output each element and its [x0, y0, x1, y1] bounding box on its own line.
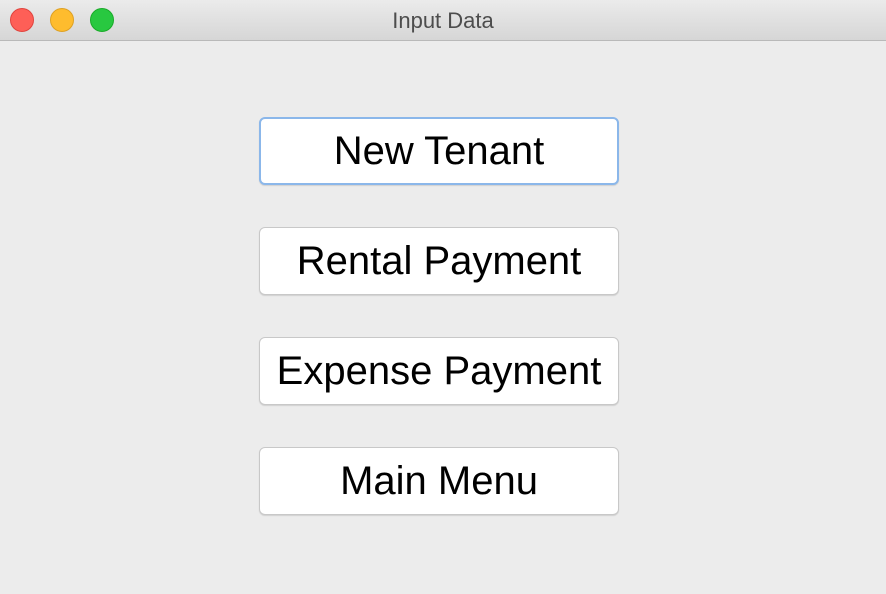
- main-menu-button[interactable]: Main Menu: [259, 447, 619, 515]
- new-tenant-button[interactable]: New Tenant: [259, 117, 619, 185]
- expense-payment-button[interactable]: Expense Payment: [259, 337, 619, 405]
- app-window: Input Data New Tenant Rental Payment Exp…: [0, 0, 886, 594]
- rental-payment-button[interactable]: Rental Payment: [259, 227, 619, 295]
- window-title: Input Data: [392, 8, 494, 33]
- main-content: New Tenant Rental Payment Expense Paymen…: [0, 41, 886, 594]
- title-bar: Input Data: [0, 0, 886, 41]
